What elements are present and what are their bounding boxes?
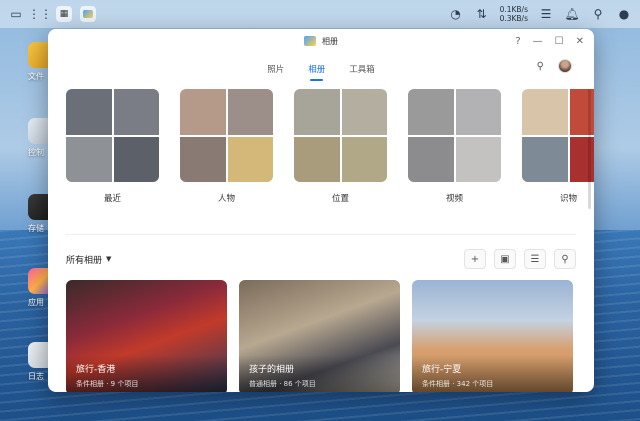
search-icon[interactable]: ⚲ bbox=[537, 61, 544, 72]
search-icon[interactable]: ⚲ bbox=[590, 6, 606, 22]
show-desktop-icon[interactable]: ▭ bbox=[8, 6, 24, 22]
album-card-title: 孩子的相册 bbox=[249, 365, 295, 375]
album-label: 人物 bbox=[217, 194, 235, 204]
smart-albums-row: 最近 人物 位置 视频 识物 bbox=[66, 89, 594, 204]
album-thumbnail bbox=[522, 136, 568, 182]
album-places[interactable]: 位置 bbox=[294, 89, 387, 204]
resource-monitor-icon[interactable]: ◔ bbox=[448, 6, 464, 22]
album-recent[interactable]: 最近 bbox=[66, 89, 159, 204]
album-mosaic bbox=[294, 89, 387, 182]
album-thumbnail bbox=[180, 89, 226, 135]
album-thumbnail bbox=[227, 136, 273, 182]
album-mosaic bbox=[408, 89, 501, 182]
photos-app-icon bbox=[304, 36, 316, 46]
section-divider bbox=[66, 234, 576, 235]
album-thumbnail bbox=[455, 136, 501, 182]
select-button[interactable]: ▣ bbox=[494, 249, 516, 269]
album-thumbnail bbox=[408, 136, 454, 182]
album-objects[interactable]: 识物 bbox=[522, 89, 594, 204]
app-grid-icon[interactable]: ⋮⋮ bbox=[28, 6, 52, 22]
album-label: 视频 bbox=[445, 194, 463, 204]
running-app-photos-icon[interactable] bbox=[80, 6, 96, 22]
scrollbar[interactable] bbox=[588, 89, 591, 209]
album-card-subtitle: 普通相册 · 86 个项目 bbox=[249, 380, 316, 388]
album-thumbnail bbox=[113, 89, 159, 135]
album-thumbnail bbox=[294, 136, 340, 182]
net-download-speed: 0.3KB/s bbox=[499, 14, 528, 23]
add-album-button[interactable]: + bbox=[464, 249, 486, 269]
network-speed-icon: ⇅ bbox=[476, 7, 487, 21]
running-app-taskmanager-icon[interactable]: ▦ bbox=[56, 6, 72, 22]
album-thumbnail bbox=[66, 136, 112, 182]
album-thumbnail bbox=[341, 89, 387, 135]
window-title: 相册 bbox=[322, 36, 338, 46]
album-card[interactable]: 旅行-香港 条件相册 · 9 个项目 bbox=[66, 280, 227, 392]
album-mosaic bbox=[180, 89, 273, 182]
album-card[interactable]: 旅行-宁夏 条件相册 · 342 个项目 bbox=[412, 280, 573, 392]
album-mosaic bbox=[66, 89, 159, 182]
caret-down-icon[interactable]: ▼ bbox=[106, 255, 111, 263]
minimize-button[interactable]: — bbox=[533, 36, 543, 47]
user-icon[interactable]: ● bbox=[616, 6, 632, 22]
notification-bell-icon[interactable]: 🔔︎ bbox=[564, 6, 580, 22]
album-card-title: 旅行-香港 bbox=[76, 365, 116, 375]
system-taskbar: ▭ ⋮⋮ ▦ ◔ ⇅ 0.1KB/s 0.3KB/s ☰ 🔔︎ ⚲ ● bbox=[0, 0, 640, 28]
album-label: 最近 bbox=[103, 194, 121, 204]
album-thumbnail bbox=[522, 89, 568, 135]
avatar[interactable] bbox=[558, 59, 572, 73]
album-card-subtitle: 条件相册 · 342 个项目 bbox=[422, 380, 494, 388]
tab-photos[interactable]: 照片 bbox=[267, 57, 284, 81]
tab-albums[interactable]: 相册 bbox=[308, 57, 325, 81]
album-card-title: 旅行-宁夏 bbox=[422, 365, 462, 375]
net-upload-speed: 0.1KB/s bbox=[499, 5, 528, 14]
album-thumbnail bbox=[294, 89, 340, 135]
album-card-subtitle: 条件相册 · 9 个项目 bbox=[76, 380, 139, 388]
album-label: 位置 bbox=[331, 194, 349, 204]
all-albums-dropdown[interactable]: 所有相册 bbox=[66, 253, 102, 266]
all-albums-header: 所有相册 ▼ + ▣ ☰ ⚲ bbox=[66, 249, 576, 269]
sort-button[interactable]: ☰ bbox=[524, 249, 546, 269]
album-thumbnail bbox=[66, 89, 112, 135]
album-label: 识物 bbox=[559, 194, 577, 204]
album-card[interactable]: 孩子的相册 普通相册 · 86 个项目 bbox=[239, 280, 400, 392]
tab-toolbox[interactable]: 工具箱 bbox=[349, 57, 375, 81]
task-list-icon[interactable]: ☰ bbox=[538, 6, 554, 22]
filter-button[interactable]: ⚲ bbox=[554, 249, 576, 269]
album-cards: 旅行-香港 条件相册 · 9 个项目 孩子的相册 普通相册 · 86 个项目 旅… bbox=[66, 280, 573, 392]
window-titlebar[interactable]: 相册 ? — ☐ ✕ bbox=[48, 29, 594, 53]
album-thumbnail bbox=[113, 136, 159, 182]
tab-bar: 照片 相册 工具箱 ⚲ bbox=[48, 53, 594, 85]
photos-window: 相册 ? — ☐ ✕ 照片 相册 工具箱 ⚲ 最近 人物 位置 视频 识物 所有… bbox=[48, 29, 594, 392]
album-videos[interactable]: 视频 bbox=[408, 89, 501, 204]
album-mosaic bbox=[522, 89, 594, 182]
album-people[interactable]: 人物 bbox=[180, 89, 273, 204]
network-speed-readout[interactable]: 0.1KB/s 0.3KB/s bbox=[500, 5, 528, 23]
maximize-button[interactable]: ☐ bbox=[555, 36, 564, 47]
help-button[interactable]: ? bbox=[515, 36, 520, 47]
album-thumbnail bbox=[408, 89, 454, 135]
album-thumbnail bbox=[180, 136, 226, 182]
album-thumbnail bbox=[341, 136, 387, 182]
tray-area: ◔ ⇅ 0.1KB/s 0.3KB/s ☰ 🔔︎ ⚲ ● bbox=[448, 5, 632, 23]
album-thumbnail bbox=[455, 89, 501, 135]
close-button[interactable]: ✕ bbox=[576, 36, 584, 47]
album-thumbnail bbox=[227, 89, 273, 135]
